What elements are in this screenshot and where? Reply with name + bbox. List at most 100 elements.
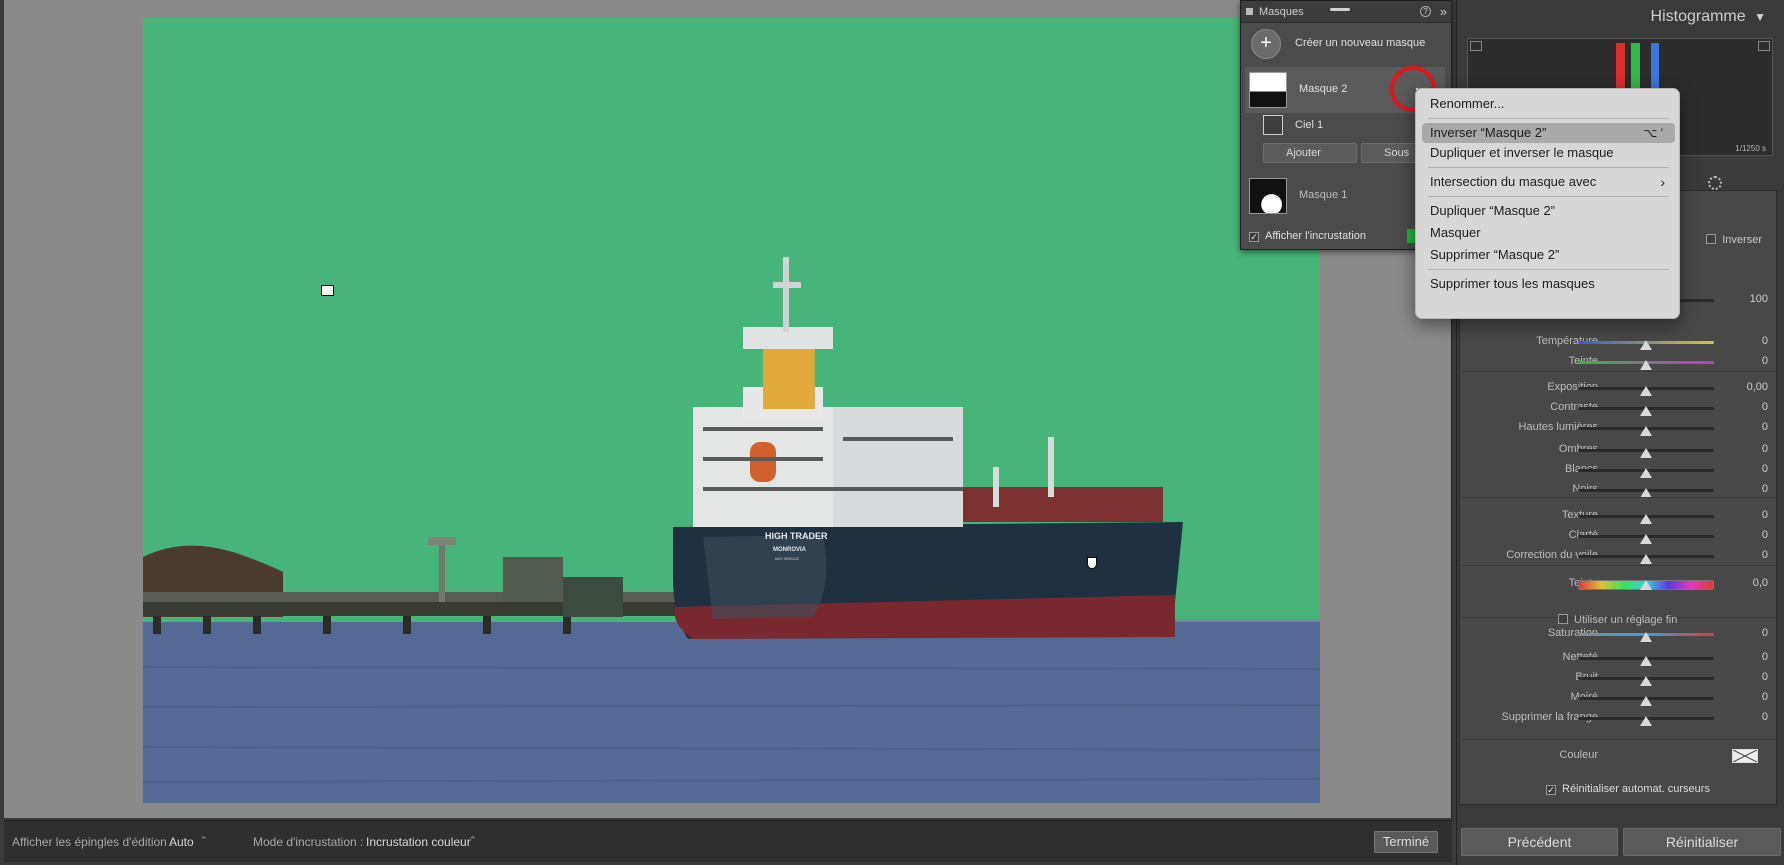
adjustment-value[interactable]: 0 (1762, 509, 1768, 521)
adjustment-value[interactable]: 0 (1762, 463, 1768, 475)
adjustment-row: Bruit0 (1460, 669, 1776, 687)
reset-sliders-checkbox[interactable]: ✓ (1546, 785, 1556, 795)
adjustment-value[interactable]: 0 (1762, 443, 1768, 455)
menu-item-delete[interactable]: Supprimer “Masque 2” (1422, 245, 1675, 265)
adjustment-row: Blancs0 (1460, 461, 1776, 479)
adjustment-slider[interactable] (1578, 514, 1714, 524)
masks-panel-header[interactable]: Masques ? » (1241, 1, 1451, 23)
adjustment-slider[interactable] (1578, 468, 1714, 478)
adjustment-value[interactable]: 0 (1762, 335, 1768, 347)
menu-item-delete-all[interactable]: Supprimer tous les masques (1422, 274, 1675, 294)
panel-grip-icon[interactable] (1246, 8, 1253, 15)
reset-sliders-row[interactable]: ✓ Réinitialiser automat. curseurs (1460, 781, 1776, 799)
color-swatch[interactable] (1732, 749, 1758, 763)
brush-tool-icon[interactable] (1708, 176, 1722, 190)
adjustment-value[interactable]: 0 (1762, 529, 1768, 541)
minimize-icon[interactable] (1330, 8, 1350, 11)
menu-item-intersect[interactable]: Intersection du masque avec › (1422, 172, 1675, 192)
adjustment-slider[interactable] (1578, 632, 1714, 642)
adjustment-slider[interactable] (1578, 534, 1714, 544)
adjustment-value[interactable]: 0,0 (1753, 577, 1768, 589)
slider-thumb[interactable] (1640, 386, 1652, 396)
slider-thumb[interactable] (1640, 406, 1652, 416)
adjustment-slider[interactable] (1578, 696, 1714, 706)
adjustment-slider[interactable] (1578, 360, 1714, 370)
slider-thumb[interactable] (1640, 426, 1652, 436)
slider-thumb[interactable] (1640, 580, 1652, 590)
adjustment-slider[interactable] (1578, 386, 1714, 396)
section-separator (1462, 497, 1776, 498)
slider-thumb[interactable] (1640, 656, 1652, 666)
amount-value[interactable]: 100 (1750, 293, 1768, 305)
slider-thumb[interactable] (1640, 360, 1652, 370)
subtract-from-mask-button[interactable]: Sous (1361, 143, 1421, 163)
adjustment-slider[interactable] (1578, 716, 1714, 726)
adjustment-slider[interactable] (1578, 448, 1714, 458)
adjustment-value[interactable]: 0 (1762, 401, 1768, 413)
adjustment-slider[interactable] (1578, 406, 1714, 416)
image-pin-icon[interactable] (321, 285, 334, 296)
slider-thumb[interactable] (1640, 514, 1652, 524)
histogram-title[interactable]: Histogramme ▼ (1651, 8, 1766, 26)
overlay-mode-dropdown[interactable]: Incrustation couleur (366, 835, 471, 849)
slider-thumb[interactable] (1640, 534, 1652, 544)
slider-thumb[interactable] (1640, 676, 1652, 686)
adjustment-value[interactable]: 0 (1762, 651, 1768, 663)
overlay-mode-dropdown-icon[interactable]: ⌃ (469, 835, 477, 846)
adjustment-slider[interactable] (1578, 340, 1714, 350)
reset-button[interactable]: Réinitialiser (1623, 828, 1781, 856)
adjustment-value[interactable]: 0 (1762, 549, 1768, 561)
invert-checkbox-box[interactable] (1706, 234, 1717, 244)
masks-panel-title: Masques (1259, 6, 1304, 18)
add-to-mask-button[interactable]: Ajouter (1263, 143, 1357, 163)
menu-item-invert[interactable]: Inverser “Masque 2” ⌥ ' (1422, 123, 1675, 143)
adjustment-slider[interactable] (1578, 426, 1714, 436)
adjustment-value[interactable]: 0 (1762, 421, 1768, 433)
shutter-readout: 1/1250 s (1735, 144, 1766, 153)
help-icon[interactable]: ? (1420, 6, 1431, 17)
menu-item-invert-label: Inverser “Masque 2” (1430, 125, 1547, 140)
menu-item-duplicate-invert[interactable]: Dupliquer et inverser le masque (1422, 143, 1675, 163)
adjustment-value[interactable]: 0,00 (1747, 381, 1768, 393)
fine-tune-row[interactable]: Utiliser un réglage fin (1460, 611, 1776, 629)
slider-thumb[interactable] (1640, 554, 1652, 564)
adjustment-value[interactable]: 0 (1762, 355, 1768, 367)
adjustment-slider[interactable] (1578, 676, 1714, 686)
menu-separator (1428, 167, 1669, 168)
highlight-clipping-icon[interactable] (1758, 41, 1770, 51)
menu-item-duplicate[interactable]: Dupliquer “Masque 2” (1422, 201, 1675, 221)
adjustment-value[interactable]: 0 (1762, 671, 1768, 683)
slider-thumb[interactable] (1640, 716, 1652, 726)
histogram-collapse-icon[interactable]: ▼ (1754, 10, 1766, 24)
previous-button[interactable]: Précédent (1461, 828, 1618, 856)
photo-with-mask-overlay[interactable]: HIGH TRADER MONROVIA IMO 9696242 (143, 17, 1320, 803)
overlay-checkbox-box[interactable]: ✓ (1249, 232, 1259, 242)
done-button[interactable]: Terminé (1374, 831, 1438, 853)
slider-thumb[interactable] (1640, 696, 1652, 706)
adjustment-slider[interactable] (1578, 656, 1714, 666)
create-mask-button[interactable]: + (1251, 29, 1281, 59)
collapse-panel-icon[interactable]: » (1440, 1, 1447, 23)
adjustment-value[interactable]: 0 (1762, 711, 1768, 723)
slider-thumb[interactable] (1640, 448, 1652, 458)
shadow-clipping-icon[interactable] (1470, 41, 1482, 51)
mask-pin-icon[interactable] (1087, 557, 1097, 569)
adjustment-value[interactable]: 0 (1762, 483, 1768, 495)
pins-dropdown-icon[interactable]: ⌃ (200, 835, 208, 846)
adjustment-value[interactable]: 0 (1762, 691, 1768, 703)
fine-tune-checkbox[interactable] (1558, 614, 1568, 624)
slider-thumb[interactable] (1640, 340, 1652, 350)
pins-dropdown[interactable]: Auto (169, 835, 194, 849)
adjustment-slider[interactable] (1578, 554, 1714, 564)
menu-item-hide[interactable]: Masquer (1422, 223, 1675, 243)
menu-item-rename[interactable]: Renommer... (1422, 94, 1675, 114)
invert-shortcut: ⌥ ' (1643, 126, 1663, 140)
adjustment-slider[interactable] (1578, 488, 1714, 498)
slider-thumb[interactable] (1640, 468, 1652, 478)
image-canvas: HIGH TRADER MONROVIA IMO 9696242 (4, 0, 1452, 818)
adjustment-row: Correction du voile 0 (1460, 547, 1776, 565)
invert-checkbox[interactable]: Inverser (1706, 233, 1762, 246)
adjustment-slider[interactable] (1578, 580, 1714, 590)
adjustment-row: Ombres0 (1460, 441, 1776, 459)
slider-thumb[interactable] (1640, 632, 1652, 642)
